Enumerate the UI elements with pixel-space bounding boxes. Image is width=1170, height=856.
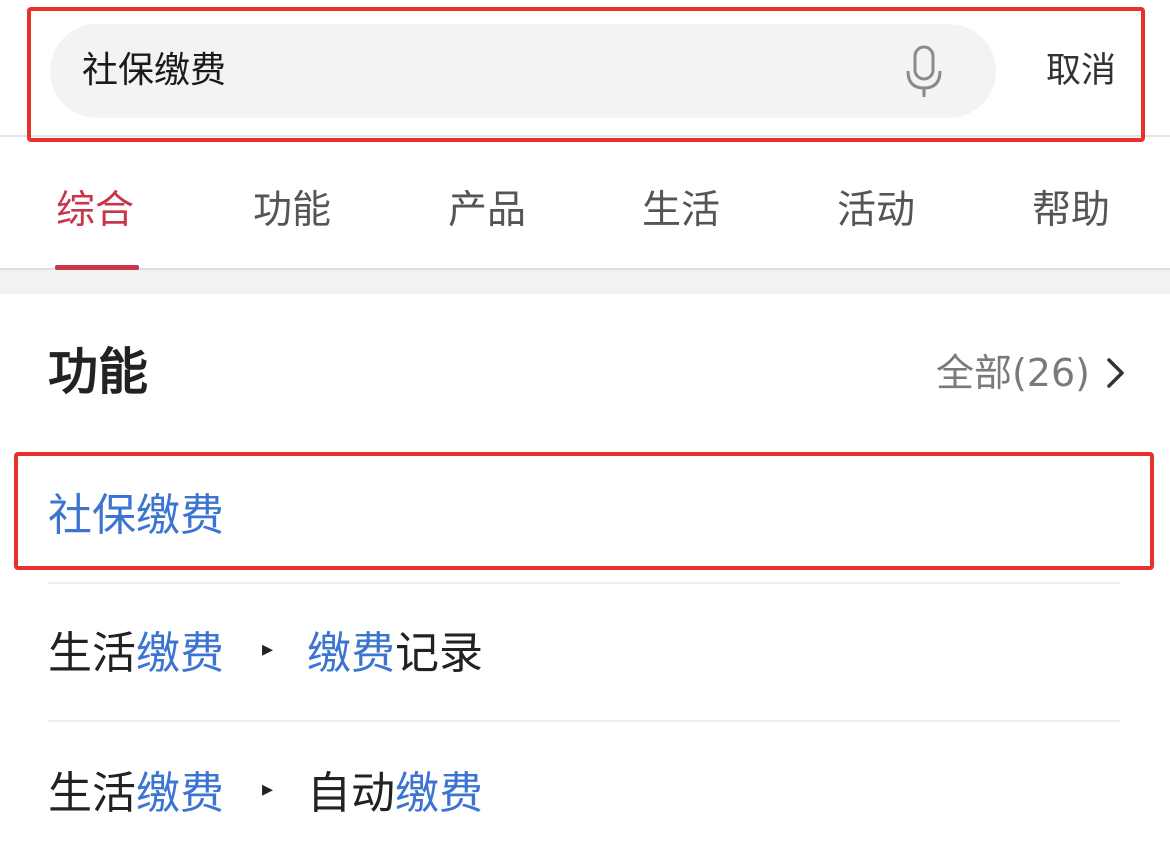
result-keyword: 缴费 xyxy=(136,768,224,819)
result-category-text: 生活 xyxy=(48,768,136,819)
search-query-text[interactable]: 社保缴费 xyxy=(82,46,226,96)
section-divider xyxy=(0,270,1170,294)
tab-products[interactable]: 产品 xyxy=(448,186,526,236)
result-title: 生活缴费 ▸ 自动缴费 xyxy=(48,764,483,826)
result-keyword: 缴费 xyxy=(307,628,396,679)
result-title: 生活缴费 ▸ 缴费记录 xyxy=(48,624,483,686)
cancel-button[interactable]: 取消 xyxy=(1046,46,1116,96)
breadcrumb-arrow-icon: ▸ xyxy=(262,637,274,662)
microphone-icon[interactable] xyxy=(904,44,944,100)
section-title: 功能 xyxy=(48,343,148,401)
tab-life[interactable]: 生活 xyxy=(642,186,720,236)
tab-all[interactable]: 综合 xyxy=(56,186,134,236)
chevron-right-icon[interactable] xyxy=(1106,357,1126,389)
result-item[interactable]: 生活缴费 ▸ 自动缴费 xyxy=(48,722,1120,856)
tab-activities[interactable]: 活动 xyxy=(837,186,915,236)
breadcrumb-arrow-icon: ▸ xyxy=(262,777,274,802)
result-item[interactable]: 生活缴费 ▸ 缴费记录 xyxy=(48,584,1120,722)
see-all-link[interactable]: 全部(26) xyxy=(936,348,1126,398)
see-all-label[interactable]: 全部(26) xyxy=(936,348,1090,398)
tab-functions[interactable]: 功能 xyxy=(253,186,331,236)
search-header: 社保缴费 取消 xyxy=(0,0,1170,137)
search-input[interactable]: 社保缴费 xyxy=(50,24,996,118)
result-item-text: 记录 xyxy=(395,628,484,679)
result-keyword: 缴费 xyxy=(136,628,224,679)
category-tabs: 综合 功能 产品 生活 活动 帮助 xyxy=(0,137,1170,270)
result-item[interactable]: 社保缴费 xyxy=(48,446,1120,584)
result-item-text: 自动 xyxy=(307,768,396,819)
result-category-text: 生活 xyxy=(48,628,136,679)
tab-help[interactable]: 帮助 xyxy=(1032,186,1110,236)
result-title: 社保缴费 xyxy=(48,486,224,546)
result-keyword: 社保缴费 xyxy=(48,490,224,541)
result-keyword: 缴费 xyxy=(395,768,484,819)
